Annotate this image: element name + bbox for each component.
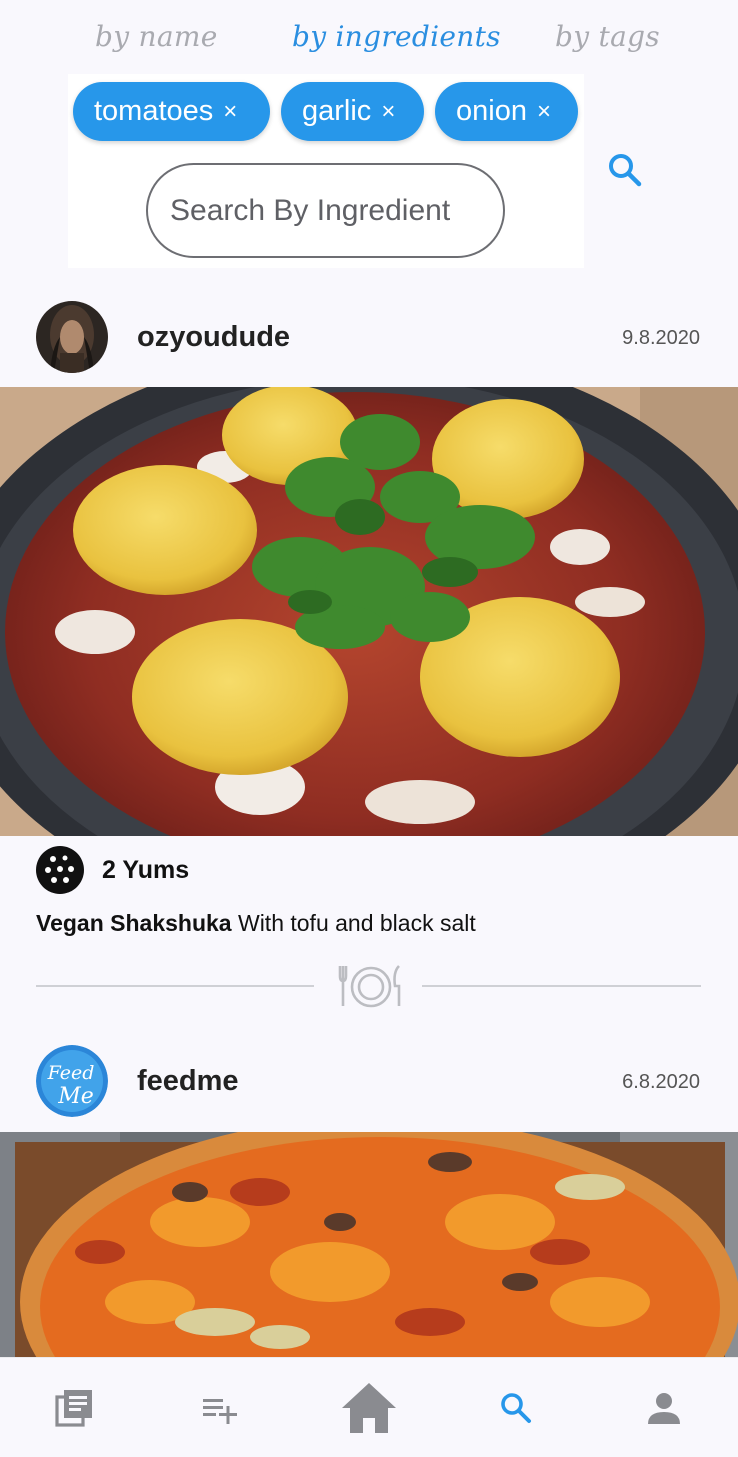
- chip-remove-icon[interactable]: ×: [537, 98, 551, 126]
- cookie-icon[interactable]: [36, 846, 84, 894]
- ingredient-chip-tomatoes[interactable]: tomatoes ×: [73, 82, 270, 141]
- search-mode-tabs: by name by ingredients by tags: [0, 0, 738, 80]
- user-avatar[interactable]: [36, 301, 108, 373]
- chip-label: garlic: [302, 95, 372, 127]
- post-header: ozyoudude 9.8.2020: [0, 294, 738, 380]
- post-date: 6.8.2020: [622, 1071, 700, 1093]
- search-icon[interactable]: [490, 1358, 542, 1457]
- chip-remove-icon[interactable]: ×: [223, 98, 237, 126]
- ingredient-search-input[interactable]: [146, 163, 505, 258]
- profile-icon[interactable]: [638, 1358, 690, 1457]
- bottom-navigation: [0, 1357, 738, 1457]
- ingredient-chip-onion[interactable]: onion ×: [435, 82, 578, 141]
- search-icon[interactable]: [605, 150, 645, 190]
- ingredient-search-panel: tomatoes × garlic × onion ×: [68, 74, 584, 268]
- post-username[interactable]: ozyoudude: [137, 321, 290, 354]
- tab-by-ingredients[interactable]: by ingredients: [292, 20, 501, 53]
- chip-label: tomatoes: [94, 95, 214, 127]
- divider-line-left: [36, 985, 314, 987]
- recipe-caption[interactable]: Vegan Shakshuka With tofu and black salt: [36, 910, 476, 937]
- yum-count: 2 Yums: [102, 855, 190, 884]
- ingredient-chip-garlic[interactable]: garlic ×: [281, 82, 424, 141]
- tab-by-tags[interactable]: by tags: [555, 20, 660, 53]
- avatar-text-me: Me: [57, 1084, 94, 1109]
- plate-cutlery-icon: [337, 962, 405, 1015]
- tab-by-name[interactable]: by name: [95, 20, 218, 53]
- avatar-text-feed: Feed: [47, 1062, 95, 1084]
- chip-label: onion: [456, 95, 527, 127]
- user-avatar[interactable]: Feed Me: [36, 1045, 108, 1117]
- divider-line-right: [422, 985, 701, 987]
- yum-row[interactable]: 2 Yums: [36, 845, 189, 895]
- home-icon[interactable]: [334, 1358, 404, 1457]
- post-image-shakshuka[interactable]: [0, 387, 738, 836]
- post-username[interactable]: feedme: [137, 1065, 239, 1098]
- post-image-pizza[interactable]: [0, 1132, 738, 1357]
- post-header: Feed Me feedme 6.8.2020: [0, 1038, 738, 1124]
- feed-icon[interactable]: [44, 1358, 104, 1457]
- recipe-title: Vegan Shakshuka: [36, 910, 232, 936]
- post-divider: [36, 962, 701, 1010]
- recipe-description: With tofu and black salt: [231, 910, 476, 936]
- chip-remove-icon[interactable]: ×: [381, 98, 395, 126]
- post-date: 9.8.2020: [622, 327, 700, 349]
- add-recipe-icon[interactable]: [190, 1358, 250, 1457]
